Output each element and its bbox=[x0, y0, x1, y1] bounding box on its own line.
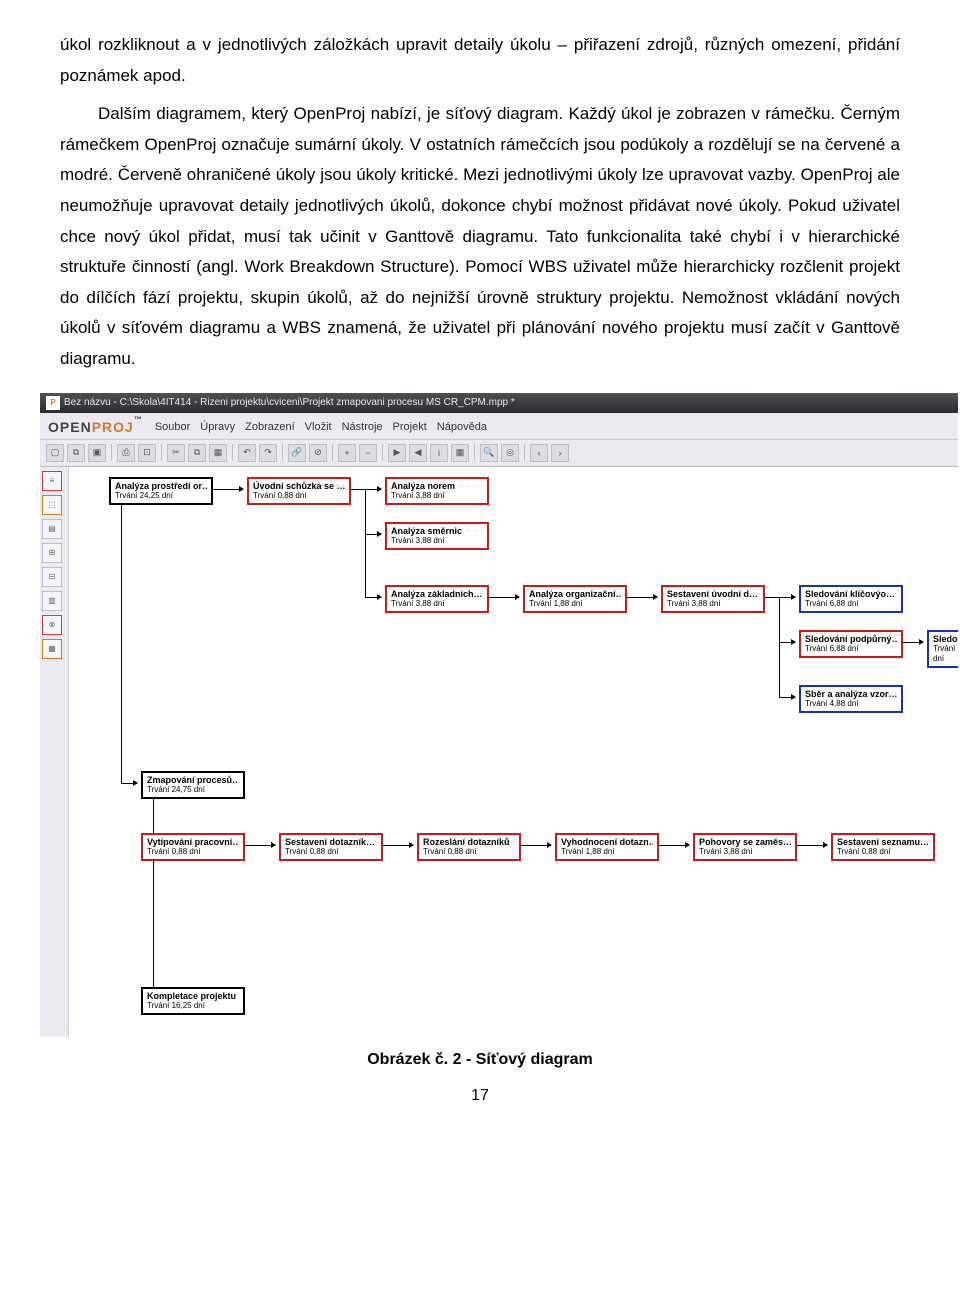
node-vytipovani-pracovni[interactable]: Vytipování pracovní…· · · · Trvání 0,88 … bbox=[141, 833, 245, 861]
node-rozeslani-dotazniku[interactable]: Rozeslání dotazníků· · · · Trvání 0,88 d… bbox=[417, 833, 521, 861]
node-vyhodnoceni-dotazn[interactable]: Vyhodnocení dotazn…· · · · Trvání 1,88 d… bbox=[555, 833, 659, 861]
menu-soubor[interactable]: Soubor bbox=[155, 421, 190, 433]
link-icon[interactable]: 🔗 bbox=[288, 444, 306, 462]
menu-upravy[interactable]: Úpravy bbox=[200, 421, 235, 433]
undo-icon[interactable]: ↶ bbox=[238, 444, 256, 462]
wbs-view-icon[interactable]: ⊞ bbox=[42, 543, 62, 563]
figure-caption: Obrázek č. 2 - Síťový diagram bbox=[60, 1051, 900, 1069]
menu-projekt[interactable]: Projekt bbox=[393, 421, 427, 433]
gantt-view-icon[interactable]: ≡ bbox=[42, 471, 62, 491]
toolbar: ▢ ⧉ ▣ ⎙ ⊡ ✂ ⧉ ▦ ↶ ↷ 🔗 ⊘ + − ▶ ◀ i ▦ 🔍 bbox=[40, 440, 958, 467]
network-view-icon[interactable]: ⬚ bbox=[42, 495, 62, 515]
view-sidebar: ≡ ⬚ ▤ ⊞ ⊟ ▥ ⊗ ▦ bbox=[40, 467, 69, 1037]
app-icon: P bbox=[46, 396, 60, 410]
node-sestaveni-dotaznik[interactable]: Sestavení dotazník…· · · · Trvání 0,88 d… bbox=[279, 833, 383, 861]
body-text: úkol rozkliknout a v jednotlivých záložk… bbox=[60, 30, 900, 375]
node-uvodni-schuzka[interactable]: Úvodní schůzka se …· · · · Trvání 0,88 d… bbox=[247, 477, 351, 505]
app-screenshot: P Bez názvu - C:\Skola\4IT414 - Rizeni p… bbox=[40, 393, 958, 1037]
open-icon[interactable]: ⧉ bbox=[67, 444, 85, 462]
paste-icon[interactable]: ▦ bbox=[209, 444, 227, 462]
histogram-view-icon[interactable]: ⊗ bbox=[42, 615, 62, 635]
node-analyza-norem[interactable]: Analýza norem· · · · Trvání 3,88 dní bbox=[385, 477, 489, 505]
node-zmapovani-procesu[interactable]: Zmapování procesů… Trvání 24,75 dní bbox=[141, 771, 245, 799]
zoomout-icon[interactable]: − bbox=[359, 444, 377, 462]
copy-icon[interactable]: ⧉ bbox=[188, 444, 206, 462]
menu-nastroje[interactable]: Nástroje bbox=[342, 421, 383, 433]
window-titlebar: P Bez názvu - C:\Skola\4IT414 - Rizeni p… bbox=[40, 393, 958, 413]
node-pohovory-zames[interactable]: Pohovory se zaměs…· · · · Trvání 3,88 dn… bbox=[693, 833, 797, 861]
node-kompletace-projektu[interactable]: Kompletace projektu Trvání 16,25 dní bbox=[141, 987, 245, 1015]
window-title: Bez názvu - C:\Skola\4IT414 - Rizeni pro… bbox=[64, 397, 515, 408]
node-analyza-smernic[interactable]: Analýza směrnic· · · · Trvání 3,88 dní bbox=[385, 522, 489, 550]
node-sestaveni-seznamu[interactable]: Sestavení seznamu…· · · · Trvání 0,88 dn… bbox=[831, 833, 935, 861]
unlink-icon[interactable]: ⊘ bbox=[309, 444, 327, 462]
menu-bar: OPENPROJ™ Soubor Úpravy Zobrazení Vložit… bbox=[40, 413, 958, 440]
usage-view-icon[interactable]: ▦ bbox=[42, 639, 62, 659]
save-icon[interactable]: ▣ bbox=[88, 444, 106, 462]
node-sber-analyza-vzor[interactable]: Sběr a analýza vzor…· · · · Trvání 4,88 … bbox=[799, 685, 903, 713]
main-menu: Soubor Úpravy Zobrazení Vložit Nástroje … bbox=[155, 421, 487, 433]
node-sledovani-klicovych[interactable]: Sledování klíčovýo…· · · · Trvání 6,88 d… bbox=[799, 585, 903, 613]
goto-icon[interactable]: ◎ bbox=[501, 444, 519, 462]
redo-icon[interactable]: ↷ bbox=[259, 444, 277, 462]
calendar-icon[interactable]: ▦ bbox=[451, 444, 469, 462]
rbs-view-icon[interactable]: ⊟ bbox=[42, 567, 62, 587]
prev-icon[interactable]: ‹ bbox=[530, 444, 548, 462]
preview-icon[interactable]: ⊡ bbox=[138, 444, 156, 462]
new-icon[interactable]: ▢ bbox=[46, 444, 64, 462]
node-analyza-zakladnich[interactable]: Analýza základních…· · · · Trvání 3,88 d… bbox=[385, 585, 489, 613]
page-number: 17 bbox=[60, 1087, 900, 1105]
paragraph-1: úkol rozkliknout a v jednotlivých záložk… bbox=[60, 30, 900, 91]
node-sledovani-podpurny[interactable]: Sledování podpůrný…· · · · Trvání 6,88 d… bbox=[799, 630, 903, 658]
resource-view-icon[interactable]: ▤ bbox=[42, 519, 62, 539]
zoomin-icon[interactable]: + bbox=[338, 444, 356, 462]
node-sestaveni-uvodni[interactable]: Sestavení úvodní d…· · · · Trvání 3,88 d… bbox=[661, 585, 765, 613]
print-icon[interactable]: ⎙ bbox=[117, 444, 135, 462]
menu-vlozit[interactable]: Vložit bbox=[305, 421, 332, 433]
info-icon[interactable]: i bbox=[430, 444, 448, 462]
report-view-icon[interactable]: ▥ bbox=[42, 591, 62, 611]
app-logo: OPENPROJ™ bbox=[48, 419, 143, 435]
outdent-icon[interactable]: ◀ bbox=[409, 444, 427, 462]
node-sledovani-ostatnich[interactable]: Sledování ostatních… Trvání 6,88 dní bbox=[927, 630, 958, 668]
node-analyza-organizacni[interactable]: Analýza organizační…· · · · Trvání 1,88 … bbox=[523, 585, 627, 613]
next-icon[interactable]: › bbox=[551, 444, 569, 462]
paragraph-2: Dalším diagramem, který OpenProj nabízí,… bbox=[60, 99, 900, 374]
indent-icon[interactable]: ▶ bbox=[388, 444, 406, 462]
cut-icon[interactable]: ✂ bbox=[167, 444, 185, 462]
find-icon[interactable]: 🔍 bbox=[480, 444, 498, 462]
node-analyza-prostredi[interactable]: Analýza prostředí or… Trvání 24,25 dní bbox=[109, 477, 213, 505]
menu-napoveda[interactable]: Nápověda bbox=[437, 421, 487, 433]
menu-zobrazeni[interactable]: Zobrazení bbox=[245, 421, 295, 433]
network-diagram-canvas[interactable]: Analýza prostředí or… Trvání 24,25 dní Ú… bbox=[69, 467, 958, 1037]
